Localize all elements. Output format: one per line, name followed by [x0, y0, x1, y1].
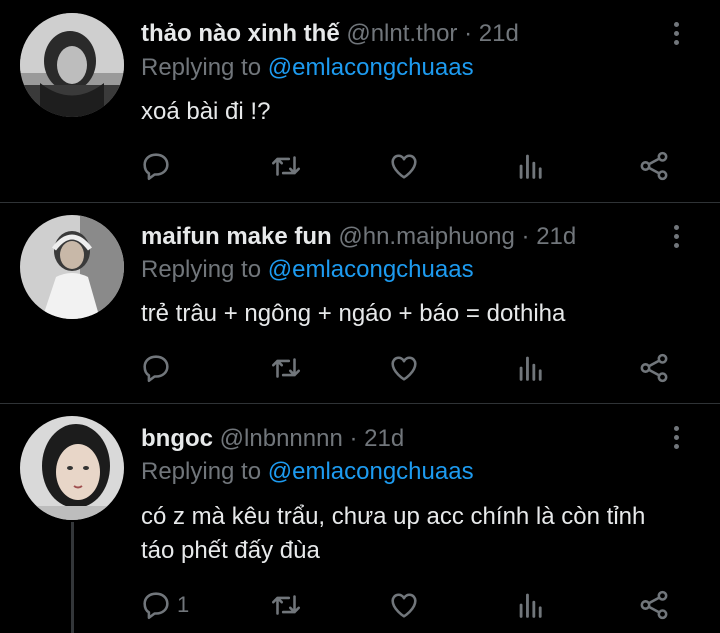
replying-to: Replying to @emlacongchuaas [141, 255, 474, 285]
reply-icon [143, 592, 169, 620]
avatar[interactable] [20, 215, 124, 319]
replying-to: Replying to @emlacongchuaas [141, 457, 474, 487]
action-bar: 1 [0, 585, 720, 625]
views-button[interactable] [514, 348, 548, 388]
replying-prefix: Replying to [141, 54, 262, 81]
like-button[interactable] [387, 585, 421, 625]
share-icon [640, 590, 668, 620]
separator: · [457, 20, 479, 47]
retweet-button[interactable] [269, 348, 303, 388]
more-icon[interactable] [666, 225, 686, 255]
action-bar [0, 146, 720, 186]
reply-button[interactable] [139, 146, 177, 186]
like-button[interactable] [387, 348, 421, 388]
action-bar [0, 348, 720, 388]
mention-link[interactable]: @emlacongchuaas [268, 54, 474, 81]
share-button[interactable] [637, 585, 671, 625]
separator: · [514, 223, 537, 250]
views-button[interactable] [514, 146, 548, 186]
display-name[interactable]: bngoc [141, 425, 213, 452]
handle[interactable]: @nlnt.thor [346, 20, 457, 47]
display-name[interactable]: thảo nào xinh thế [141, 20, 340, 47]
more-icon[interactable] [666, 22, 686, 52]
share-button[interactable] [637, 146, 671, 186]
like-icon [391, 356, 417, 381]
retweet-icon [271, 358, 301, 378]
like-icon [391, 154, 417, 179]
tweet-header: thảo nào xinh thế @nlnt.thor · 21d [141, 19, 519, 49]
reply-count: 1 [177, 592, 190, 617]
separator: · [342, 425, 365, 452]
views-icon [519, 593, 542, 618]
avatar[interactable] [20, 416, 124, 520]
avatar[interactable] [20, 13, 124, 117]
handle[interactable]: @lnbnnnnn [220, 425, 343, 452]
mention-link[interactable]: @emlacongchuaas [268, 458, 474, 485]
retweet-button[interactable] [269, 585, 303, 625]
reply-icon [143, 153, 169, 181]
tweet-text: có z mà kêu trẩu, chưa up acc chính là c… [141, 503, 646, 564]
tweet-header: bngoc @lnbnnnnn · 21d [141, 424, 404, 454]
handle[interactable]: @hn.maiphuong [338, 223, 514, 250]
reply-button[interactable] [139, 348, 177, 388]
timestamp[interactable]: 21d [536, 223, 576, 250]
mention-link[interactable]: @emlacongchuaas [268, 256, 474, 283]
retweet-icon [271, 595, 301, 615]
like-button[interactable] [387, 146, 421, 186]
replying-prefix: Replying to [141, 256, 262, 283]
views-button[interactable] [514, 585, 548, 625]
reply-icon [143, 355, 169, 383]
share-icon [640, 151, 668, 181]
retweet-button[interactable] [269, 146, 303, 186]
more-icon[interactable] [666, 426, 686, 456]
like-icon [391, 593, 417, 618]
tweet-text: xoá bài đi !? [141, 98, 271, 125]
views-icon [519, 154, 542, 179]
tweet-3[interactable]: bngoc @lnbnnnnn · 21d Replying to @emlac… [0, 404, 720, 633]
replying-to: Replying to @emlacongchuaas [141, 53, 474, 83]
display-name[interactable]: maifun make fun [141, 223, 332, 250]
tweet-2[interactable]: maifun make fun @hn.maiphuong · 21d Repl… [0, 203, 720, 403]
tweet-header: maifun make fun @hn.maiphuong · 21d [141, 222, 576, 252]
reply-button[interactable]: 1 [139, 585, 189, 625]
retweet-icon [271, 156, 301, 176]
share-icon [640, 353, 668, 383]
views-icon [519, 356, 542, 381]
replying-prefix: Replying to [141, 458, 262, 485]
timestamp[interactable]: 21d [364, 425, 404, 452]
timestamp[interactable]: 21d [479, 20, 519, 47]
share-button[interactable] [637, 348, 671, 388]
tweet-text: trẻ trâu + ngông + ngáo + báo = dothiha [141, 300, 566, 327]
tweet-1[interactable]: thảo nào xinh thế @nlnt.thor · 21d Reply… [0, 0, 720, 202]
